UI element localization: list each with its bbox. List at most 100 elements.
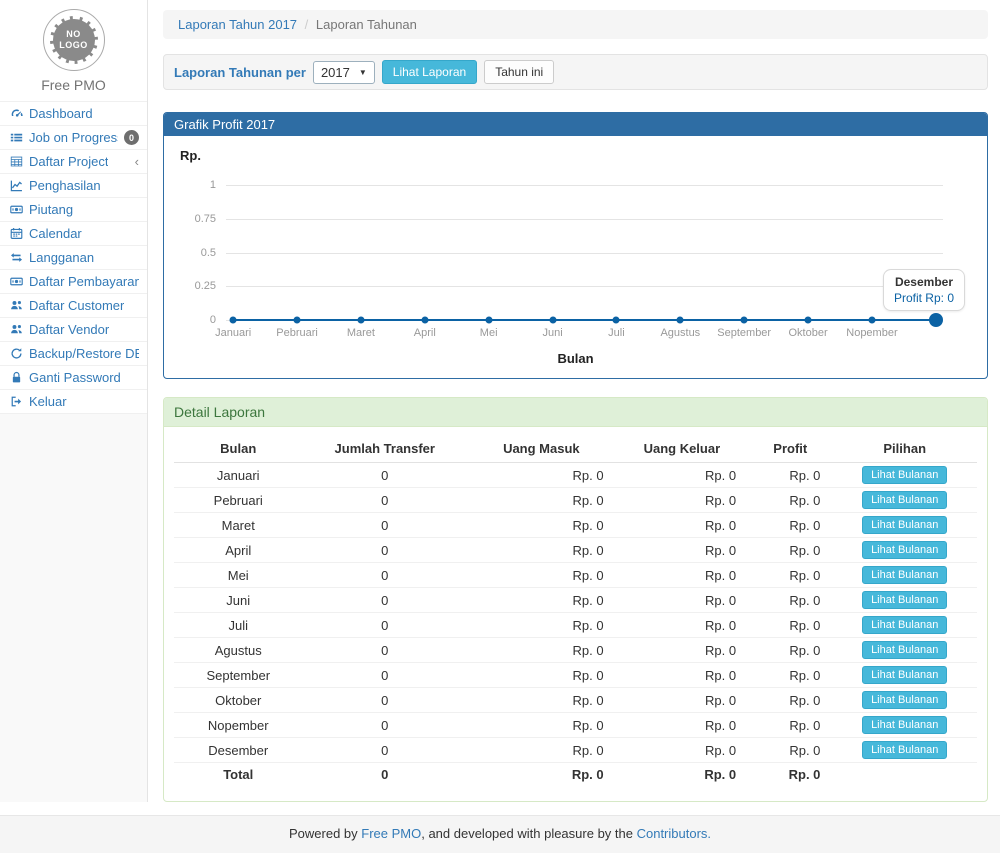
sidebar-item-label: Job on Progress [29, 130, 118, 145]
data-point-nopember[interactable] [868, 317, 875, 324]
column-header-uang-keluar: Uang Keluar [616, 435, 748, 463]
cell-pilihan [832, 763, 977, 787]
contributors-link[interactable]: Contributors. [637, 826, 711, 841]
column-header-pilihan: Pilihan [832, 435, 977, 463]
data-point-desember[interactable] [929, 313, 943, 327]
tooltip-value: Profit Rp: 0 [894, 291, 954, 305]
cell-uang-keluar: Rp. 0 [616, 588, 748, 613]
cell-profit: Rp. 0 [748, 538, 832, 563]
sidebar-item-label: Daftar Vendor [29, 322, 109, 337]
sidebar-item-langganan[interactable]: Langganan [0, 246, 147, 270]
cell-pilihan: Lihat Bulanan [832, 738, 977, 763]
sidebar-item-job-on-progress[interactable]: Job on Progress 0 [0, 126, 147, 150]
lihat-bulanan-button[interactable]: Lihat Bulanan [862, 741, 947, 759]
sidebar-item-calendar[interactable]: Calendar [0, 222, 147, 246]
money-icon [9, 275, 23, 289]
chevron-down-icon: ▼ [359, 68, 367, 77]
data-point-mei[interactable] [485, 317, 492, 324]
cell-jumlah-transfer: 0 [302, 663, 467, 688]
table-total-row: Total0Rp. 0Rp. 0Rp. 0 [174, 763, 977, 787]
table-row: Pebruari0Rp. 0Rp. 0Rp. 0Lihat Bulanan [174, 488, 977, 513]
lihat-bulanan-button[interactable]: Lihat Bulanan [862, 691, 947, 709]
cell-pilihan: Lihat Bulanan [832, 463, 977, 488]
data-point-juni[interactable] [549, 317, 556, 324]
footer-text-prefix: Powered by [289, 826, 361, 841]
lihat-bulanan-button[interactable]: Lihat Bulanan [862, 466, 947, 484]
cell-bulan: Juni [174, 588, 302, 613]
year-select-value: 2017 [321, 65, 350, 80]
lihat-laporan-button[interactable]: Lihat Laporan [382, 60, 477, 84]
sidebar-menu: Dashboard Job on Progress 0 Daftar Project‹… [0, 101, 147, 414]
data-point-oktober[interactable] [805, 317, 812, 324]
brand-name: Free PMO [0, 77, 147, 93]
profit-chart: Rp. Desember Profit Rp: 0 10.750.50.250 … [164, 136, 987, 378]
sidebar-item-backup-restore-db[interactable]: Backup/Restore DB [0, 342, 147, 366]
table-row: Desember0Rp. 0Rp. 0Rp. 0Lihat Bulanan [174, 738, 977, 763]
cell-uang-keluar: Rp. 0 [616, 488, 748, 513]
lihat-bulanan-button[interactable]: Lihat Bulanan [862, 491, 947, 509]
cell-uang-keluar: Rp. 0 [616, 688, 748, 713]
sidebar-item-keluar[interactable]: Keluar [0, 390, 147, 414]
tahun-ini-button[interactable]: Tahun ini [484, 60, 554, 84]
lock-icon [9, 371, 23, 385]
cell-uang-masuk: Rp. 0 [467, 488, 616, 513]
sidebar-item-daftar-customer[interactable]: Daftar Customer [0, 294, 147, 318]
data-point-januari[interactable] [230, 317, 237, 324]
data-point-september[interactable] [741, 317, 748, 324]
sidebar-item-daftar-vendor[interactable]: Daftar Vendor [0, 318, 147, 342]
cell-jumlah-transfer: 0 [302, 688, 467, 713]
main-content: Laporan Tahun 2017 / Laporan Tahunan Lap… [148, 0, 1000, 802]
data-point-maret[interactable] [357, 317, 364, 324]
sidebar-item-daftar-pembayaran[interactable]: Daftar Pembayaran [0, 270, 147, 294]
cell-uang-masuk: Rp. 0 [467, 663, 616, 688]
cell-jumlah-transfer: 0 [302, 463, 467, 488]
cell-jumlah-transfer: 0 [302, 538, 467, 563]
lihat-bulanan-button[interactable]: Lihat Bulanan [862, 516, 947, 534]
cell-uang-masuk: Rp. 0 [467, 463, 616, 488]
sidebar-item-label: Keluar [29, 394, 67, 409]
count-badge: 0 [124, 130, 139, 145]
chart-x-tick-labels: JanuariPebruariMaretAprilMeiJuniJuliAgus… [226, 327, 943, 342]
lihat-bulanan-button[interactable]: Lihat Bulanan [862, 541, 947, 559]
cell-uang-masuk: Rp. 0 [467, 538, 616, 563]
sidebar-item-label: Penghasilan [29, 178, 101, 193]
cell-jumlah-transfer: 0 [302, 488, 467, 513]
detail-report-panel: Detail Laporan BulanJumlah TransferUang … [163, 397, 988, 802]
sidebar-item-label: Daftar Customer [29, 298, 124, 313]
cell-uang-keluar: Rp. 0 [616, 763, 748, 787]
cell-bulan: Nopember [174, 713, 302, 738]
chart-line-icon [9, 179, 23, 193]
y-tick-label: 0 [176, 314, 216, 326]
sidebar-item-penghasilan[interactable]: Penghasilan [0, 174, 147, 198]
table-row: April0Rp. 0Rp. 0Rp. 0Lihat Bulanan [174, 538, 977, 563]
free-pmo-link[interactable]: Free PMO [361, 826, 421, 841]
sidebar-item-label: Langganan [29, 250, 94, 265]
lihat-bulanan-button[interactable]: Lihat Bulanan [862, 666, 947, 684]
sidebar-item-piutang[interactable]: Piutang [0, 198, 147, 222]
cell-bulan: Oktober [174, 688, 302, 713]
lihat-bulanan-button[interactable]: Lihat Bulanan [862, 716, 947, 734]
table-row: Mei0Rp. 0Rp. 0Rp. 0Lihat Bulanan [174, 563, 977, 588]
data-point-agustus[interactable] [677, 317, 684, 324]
data-point-juli[interactable] [613, 317, 620, 324]
table-row: September0Rp. 0Rp. 0Rp. 0Lihat Bulanan [174, 663, 977, 688]
sidebar-item-ganti-password[interactable]: Ganti Password [0, 366, 147, 390]
data-point-pebruari[interactable] [294, 317, 301, 324]
cell-uang-masuk: Rp. 0 [467, 713, 616, 738]
lihat-bulanan-button[interactable]: Lihat Bulanan [862, 641, 947, 659]
lihat-bulanan-button[interactable]: Lihat Bulanan [862, 566, 947, 584]
y-tick-label: 0.25 [176, 280, 216, 292]
data-point-april[interactable] [421, 317, 428, 324]
lihat-bulanan-button[interactable]: Lihat Bulanan [862, 616, 947, 634]
sidebar-item-daftar-project[interactable]: Daftar Project‹ [0, 150, 147, 174]
lihat-bulanan-button[interactable]: Lihat Bulanan [862, 591, 947, 609]
breadcrumb-link[interactable]: Laporan Tahun 2017 [178, 17, 297, 32]
retweet-icon [9, 251, 23, 265]
cell-uang-keluar: Rp. 0 [616, 463, 748, 488]
year-select[interactable]: 2017 ▼ [313, 61, 375, 84]
cell-bulan: Desember [174, 738, 302, 763]
sidebar-item-dashboard[interactable]: Dashboard [0, 102, 147, 126]
gridline: 0.5 [226, 253, 943, 254]
cell-bulan: September [174, 663, 302, 688]
cell-bulan: Agustus [174, 638, 302, 663]
